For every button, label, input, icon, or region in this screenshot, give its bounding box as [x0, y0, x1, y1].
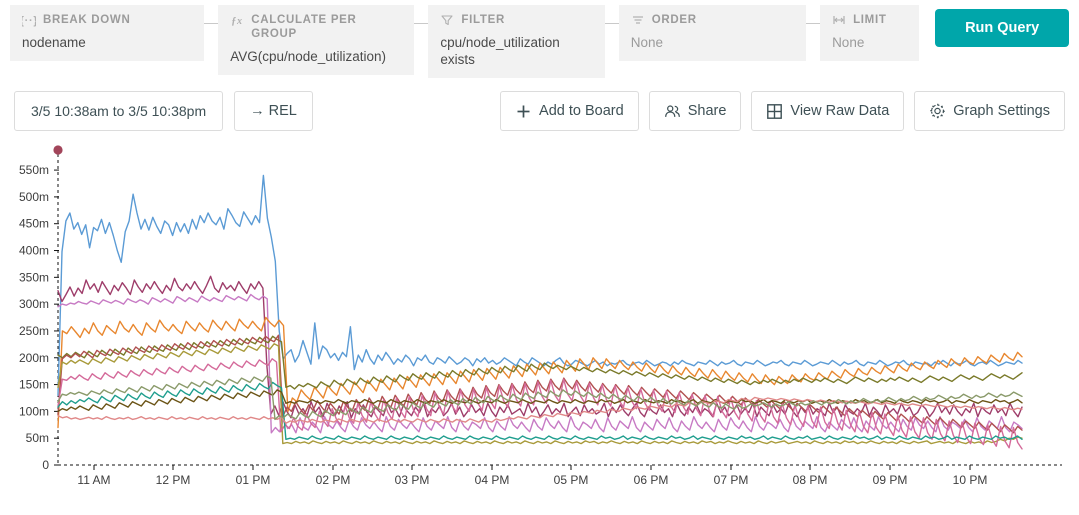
graph-settings-label: Graph Settings [953, 103, 1050, 119]
query-card-header: LIMIT [832, 13, 907, 27]
run-query-button[interactable]: Run Query [935, 9, 1069, 47]
query-builder-bar: {··} BREAK DOWN nodename ƒx CALCULATE PE… [0, 0, 1079, 80]
y-tick-label: 250m [19, 324, 49, 338]
add-to-board-button[interactable]: Add to Board [500, 91, 639, 131]
relative-time-toggle-button[interactable]: → REL [234, 91, 313, 131]
funnel-icon [440, 13, 454, 27]
x-tick-label: 04 PM [475, 473, 510, 487]
chart-toolbar: 3/5 10:38am to 3/5 10:38pm → REL Add to … [0, 80, 1079, 142]
width-icon [832, 13, 846, 27]
query-card-header: ORDER [631, 13, 794, 27]
y-tick-label: 550m [19, 163, 49, 177]
top-anomaly-marker[interactable] [53, 145, 63, 155]
x-tick-label: 07 PM [714, 473, 749, 487]
y-tick-label: 150m [19, 378, 49, 392]
query-card-value: None [832, 35, 865, 50]
query-card-label: FILTER [461, 14, 505, 26]
y-tick-label: 450m [19, 217, 49, 231]
svg-text:ƒx: ƒx [232, 16, 243, 27]
line-chart[interactable]: 0 50m 100m 150m 200m 250m 300m 350m 400m 450m 500m… [0, 142, 1079, 515]
x-tick-label: 11 AM [77, 473, 110, 487]
y-tick-label: 300m [19, 297, 49, 311]
y-tick-label: 400m [19, 244, 49, 258]
share-label: Share [687, 103, 727, 119]
query-card-limit[interactable]: LIMIT None [820, 5, 920, 61]
function-icon: ƒx [230, 13, 244, 27]
x-tick-label: 09 PM [873, 473, 908, 487]
query-card-order[interactable]: ORDER None [618, 5, 807, 61]
view-raw-data-button[interactable]: View Raw Data [751, 91, 905, 131]
card-divider [604, 23, 619, 24]
query-card-header: {··} BREAK DOWN [22, 13, 192, 27]
x-tick-label: 03 PM [395, 473, 430, 487]
add-to-board-label: Add to Board [539, 103, 624, 119]
svg-text:{··}: {··} [22, 15, 36, 27]
query-card-value: nodename [22, 35, 86, 50]
graph-settings-button[interactable]: Graph Settings [914, 91, 1065, 131]
card-divider [414, 23, 429, 24]
chart-series [57, 174, 1023, 450]
card-divider [806, 23, 821, 24]
y-axis: 0 50m 100m 150m 200m 250m 300m 350m 400m 450m 500m… [19, 148, 59, 472]
query-card-header: ƒx CALCULATE PER GROUP [230, 13, 402, 41]
x-tick-label: 05 PM [554, 473, 589, 487]
x-tick-label: 12 PM [156, 473, 191, 487]
query-card-calculate-per-group[interactable]: ƒx CALCULATE PER GROUP AVG(cpu/node_util… [218, 5, 415, 75]
series-line [57, 174, 1023, 397]
y-tick-label: 0 [42, 458, 49, 472]
query-card-filter[interactable]: FILTER cpu/node_utilization exists [428, 5, 605, 78]
y-tick-label: 200m [19, 351, 49, 365]
anomaly-marker-dot[interactable] [53, 145, 63, 155]
people-icon [664, 103, 681, 120]
gear-icon [929, 103, 946, 120]
card-divider [204, 23, 219, 24]
query-card-value: None [630, 35, 664, 50]
braces-icon: {··} [22, 13, 36, 27]
view-raw-data-label: View Raw Data [790, 103, 890, 119]
x-tick-label: 08 PM [793, 473, 828, 487]
x-tick-label: 02 PM [316, 473, 351, 487]
query-card-break-down[interactable]: {··} BREAK DOWN nodename [10, 5, 205, 61]
sort-icon [631, 13, 645, 27]
toolbar-actions: Add to Board Share View Raw Data Graph S… [500, 91, 1065, 131]
plus-icon [515, 103, 532, 120]
y-tick-label: 500m [19, 190, 49, 204]
x-axis: 11 AM 12 PM 01 PM 02 PM 03 PM 04 PM 05 PM 06 PM… [58, 464, 1062, 487]
time-range-button[interactable]: 3/5 10:38am to 3/5 10:38pm [14, 91, 224, 131]
chart-container[interactable]: 0 50m 100m 150m 200m 250m 300m 350m 400m 450m 500m… [0, 142, 1079, 515]
query-card-label: CALCULATE PER GROUP [251, 14, 357, 40]
y-tick-label: 50m [26, 431, 49, 445]
query-card-label: BREAK DOWN [43, 14, 131, 26]
share-button[interactable]: Share [648, 91, 742, 131]
y-tick-label: 100m [19, 404, 49, 418]
y-tick-label: 350m [19, 270, 49, 284]
query-card-value: cpu/node_utilization exists [440, 35, 560, 67]
x-tick-label: 06 PM [634, 473, 669, 487]
query-card-label: ORDER [651, 14, 697, 26]
grid-table-icon [766, 103, 783, 120]
query-card-header: FILTER [440, 13, 592, 27]
x-tick-label: 01 PM [236, 473, 271, 487]
query-card-label: LIMIT [853, 14, 887, 26]
x-tick-label: 10 PM [953, 473, 988, 487]
query-card-value: AVG(cpu/node_utilization) [230, 49, 387, 64]
